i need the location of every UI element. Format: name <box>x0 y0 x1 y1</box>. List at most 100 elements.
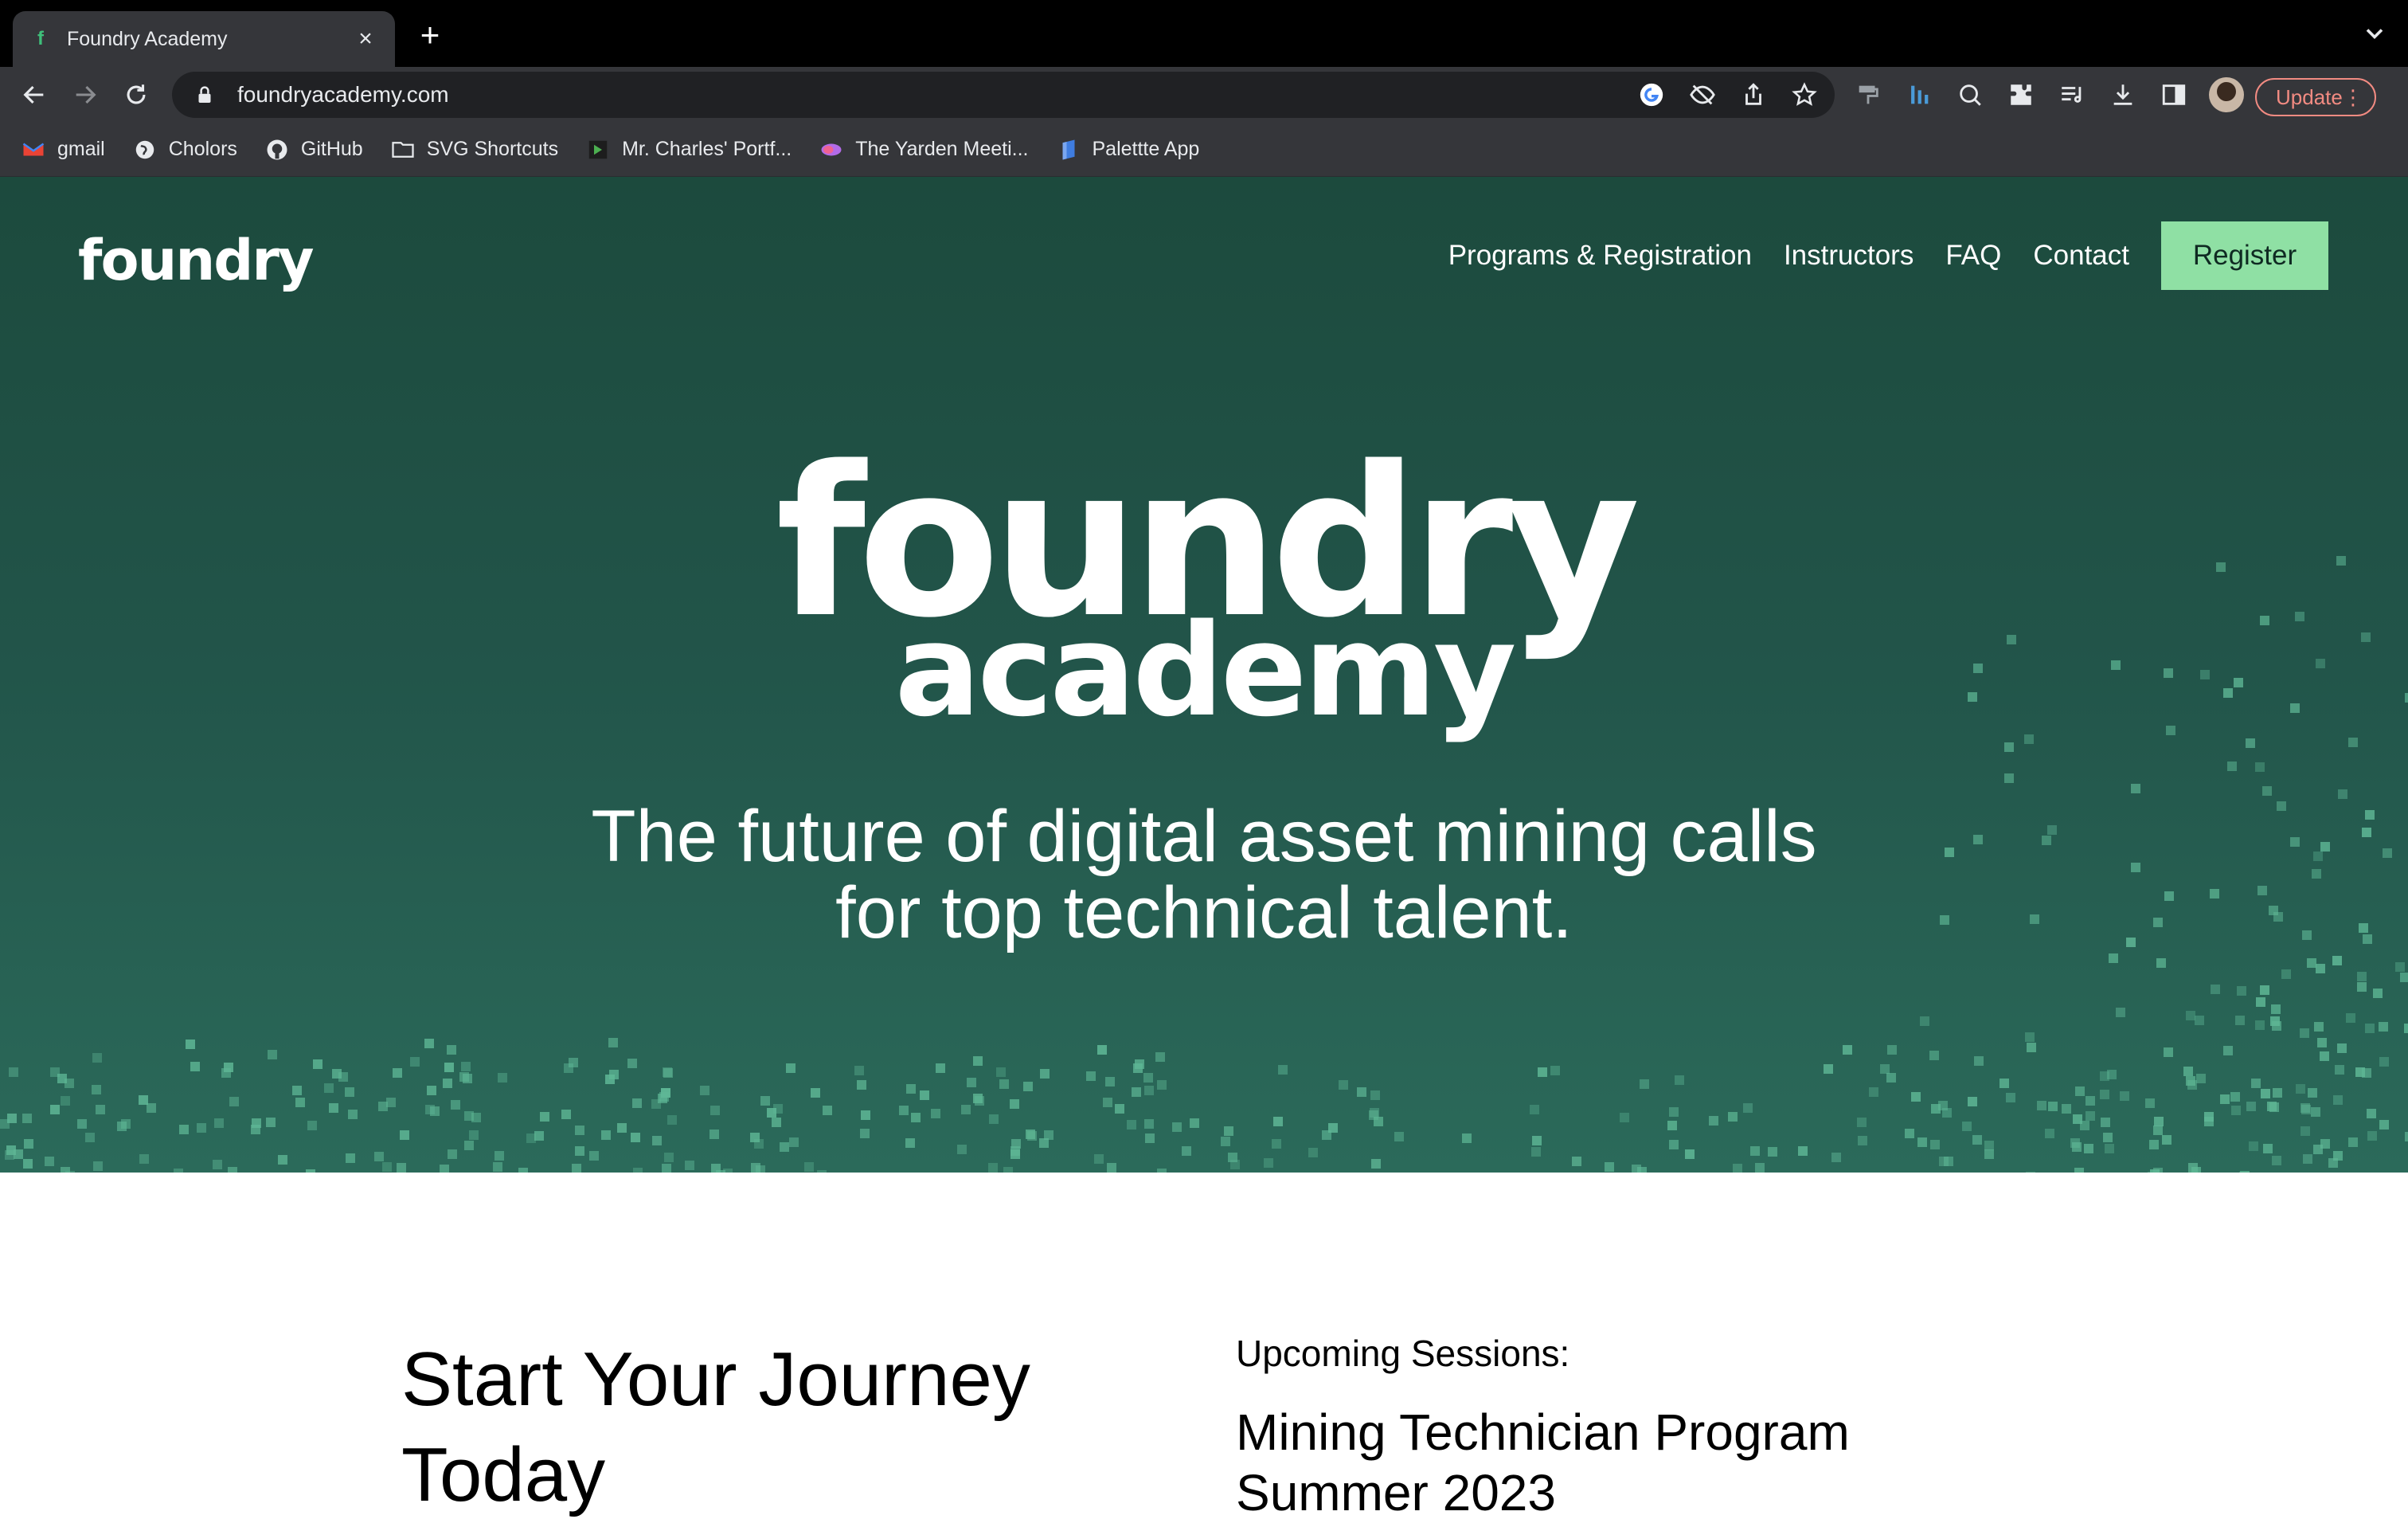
share-icon[interactable] <box>1738 79 1769 111</box>
particle-pixel <box>1920 1016 1929 1026</box>
portfolio-icon <box>585 137 611 162</box>
google-icon[interactable] <box>1636 79 1667 111</box>
particle-pixel <box>723 1169 733 1173</box>
tagline-line-1: The future of digital asset mining calls <box>591 796 1817 877</box>
particle-pixel <box>1107 1163 1116 1173</box>
back-arrow-icon[interactable] <box>16 76 53 113</box>
particle-pixel <box>1532 1136 1542 1145</box>
register-button[interactable]: Register <box>2161 221 2328 290</box>
particle-pixel <box>1768 1147 1777 1157</box>
bookmark-mr-charles[interactable]: Mr. Charles' Portf... <box>585 137 792 162</box>
particle-pixel <box>608 1038 618 1047</box>
search-extension-icon[interactable] <box>1954 79 1986 111</box>
particle-pixel <box>1040 1069 1050 1079</box>
download-icon[interactable] <box>2107 79 2139 111</box>
particle-pixel <box>572 1164 581 1173</box>
particle-pixel <box>306 1169 315 1173</box>
particle-pixel <box>857 1080 866 1090</box>
update-button[interactable]: Update ⋮ <box>2255 78 2376 116</box>
bookmark-github[interactable]: GitHub <box>264 137 363 162</box>
particle-pixel <box>382 1162 392 1172</box>
particle-pixel <box>2075 1086 2085 1096</box>
particle-pixel <box>2256 997 2265 1007</box>
particle-pixel <box>1887 1045 1897 1055</box>
particle-pixel <box>2272 1156 2281 1165</box>
particle-pixel <box>633 1168 643 1173</box>
session-program-title[interactable]: Mining Technician Program Summer 2023 <box>1236 1402 1953 1523</box>
particle-pixel <box>324 1083 334 1093</box>
particle-pixel <box>999 1079 1009 1089</box>
particle-pixel <box>973 1094 983 1103</box>
particle-pixel <box>899 1106 909 1115</box>
particle-pixel <box>534 1131 544 1141</box>
puzzle-extensions-icon[interactable] <box>2005 79 2037 111</box>
particle-pixel <box>1931 1104 1941 1114</box>
particle-pixel <box>1370 1108 1379 1118</box>
tab-foundry-academy[interactable]: f Foundry Academy × <box>13 11 395 67</box>
particle-pixel <box>906 1084 916 1094</box>
bookmark-svg-shortcuts[interactable]: SVG Shortcuts <box>390 137 558 162</box>
particle-pixel <box>1094 1154 1104 1164</box>
particle-pixel <box>93 1161 103 1171</box>
particle-pixel <box>861 1110 870 1120</box>
particle-pixel <box>2188 1163 2198 1173</box>
particle-pixel <box>92 1053 102 1063</box>
nav-contact[interactable]: Contact <box>2033 240 2129 272</box>
url-text: foundryacademy.com <box>237 82 449 107</box>
nav-programs-registration[interactable]: Programs & Registration <box>1448 240 1752 272</box>
particle-pixel <box>1968 1097 1977 1106</box>
bookmark-palettte[interactable]: Palettte App <box>1056 137 1200 162</box>
particle-pixel <box>1530 1105 1539 1114</box>
bars-extension-icon[interactable] <box>1903 79 1935 111</box>
nav-instructors[interactable]: Instructors <box>1784 240 1914 272</box>
journey-heading: Start Your Journey Today <box>401 1337 1030 1517</box>
particle-pixel <box>685 1161 694 1170</box>
particle-pixel <box>564 1063 573 1073</box>
close-tab-icon[interactable]: × <box>352 25 379 53</box>
particle-pixel <box>1667 1121 1677 1130</box>
nav-faq[interactable]: FAQ <box>1945 240 2001 272</box>
tab-search-chevron-icon[interactable] <box>2360 19 2389 48</box>
particle-pixel <box>229 1097 239 1106</box>
particle-pixel <box>1831 1153 1841 1162</box>
particle-pixel <box>2271 1004 2281 1014</box>
eye-slash-icon[interactable] <box>1687 79 1718 111</box>
particle-pixel <box>2333 1095 2343 1105</box>
bookmark-yarden[interactable]: The Yarden Meeti... <box>819 137 1029 162</box>
particle-pixel <box>1605 1162 1614 1172</box>
bookmark-star-icon[interactable] <box>1788 79 1820 111</box>
particle-pixel <box>1221 1137 1230 1146</box>
bookmark-gmail[interactable]: gmail <box>21 137 105 162</box>
address-bar[interactable]: foundryacademy.com <box>172 72 1835 118</box>
reload-icon[interactable] <box>118 76 154 113</box>
site-logo[interactable]: foundry <box>78 228 314 293</box>
particle-pixel <box>1273 1117 1283 1126</box>
particle-pixel <box>50 1067 60 1077</box>
profile-avatar[interactable] <box>2209 77 2244 112</box>
particle-pixel <box>430 1106 440 1116</box>
more-menu-icon[interactable]: ⋮ <box>2343 84 2363 110</box>
particle-pixel <box>589 1151 599 1161</box>
particle-pixel <box>561 1110 571 1119</box>
new-tab-button[interactable]: + <box>412 18 448 53</box>
side-panel-icon[interactable] <box>2158 79 2190 111</box>
particle-pixel <box>1733 1164 1742 1173</box>
forward-arrow-icon[interactable] <box>67 76 104 113</box>
palette-icon <box>1056 137 1081 162</box>
particle-pixel <box>1086 1071 1096 1081</box>
site-favicon-icon: f <box>37 28 44 49</box>
hero-logo-academy: academy <box>894 596 1517 745</box>
particle-pixel <box>2084 1144 2093 1153</box>
particle-pixel <box>313 1059 322 1069</box>
bookmark-label: Palettte App <box>1092 138 1200 160</box>
paint-roller-extension-icon[interactable] <box>1852 79 1884 111</box>
particle-pixel <box>575 1126 584 1135</box>
particle-pixel <box>1462 1133 1472 1143</box>
particle-pixel <box>2100 1090 2109 1099</box>
particle-pixel <box>2006 1093 2015 1102</box>
bookmark-cholors[interactable]: Cholors <box>132 137 237 162</box>
particle-pixel <box>22 1114 32 1123</box>
particle-pixel <box>2246 1102 2256 1111</box>
reading-list-icon[interactable] <box>2056 79 2088 111</box>
particle-pixel <box>2355 1067 2365 1077</box>
